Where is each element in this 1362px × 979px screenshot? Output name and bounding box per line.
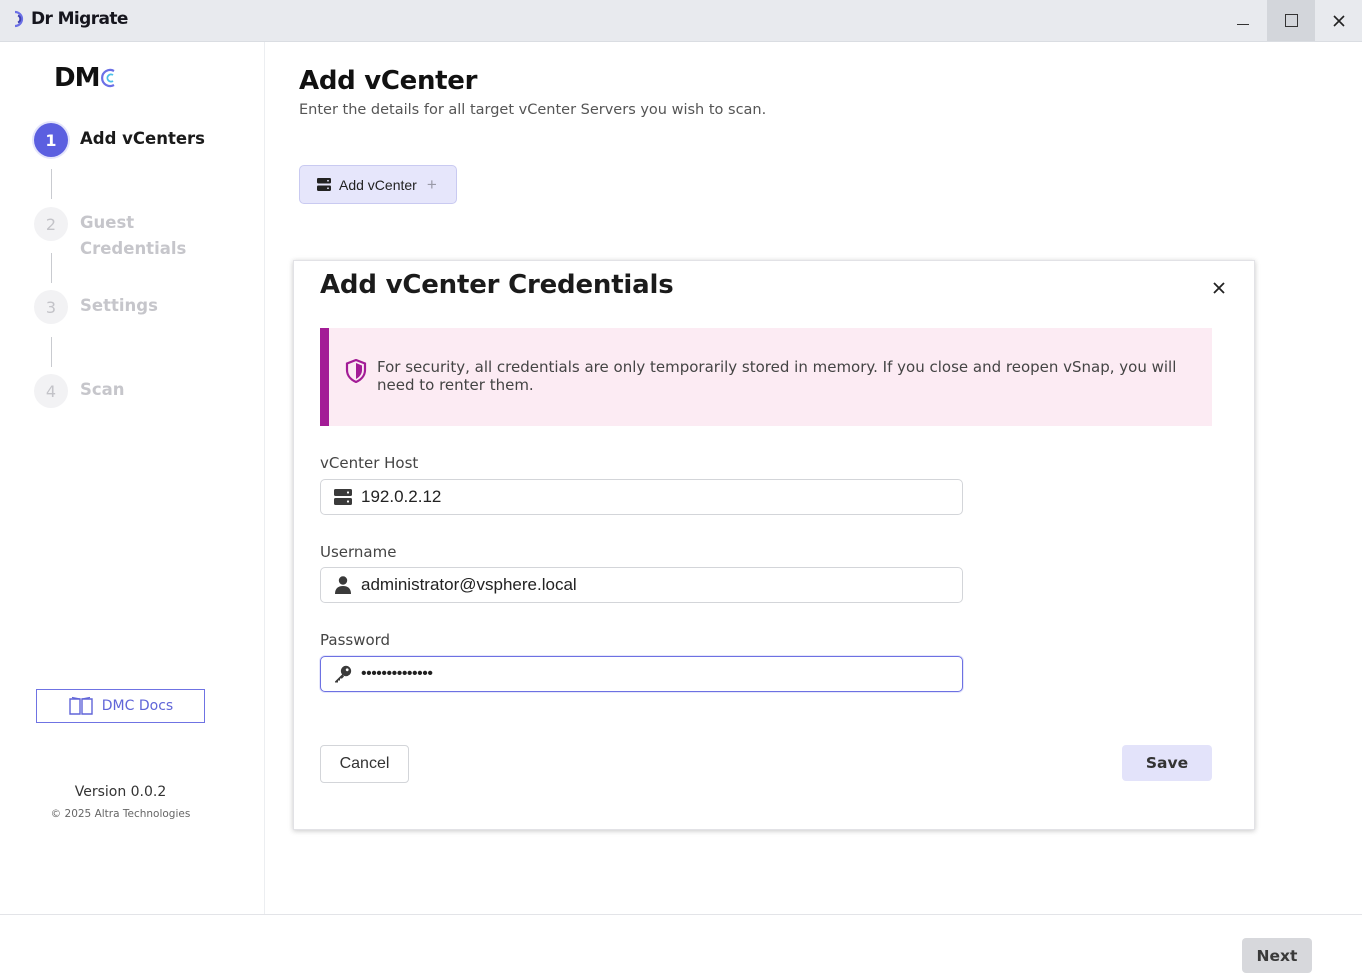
add-vcenter-credentials-dialog: Add vCenter Credentials For security, al… bbox=[293, 260, 1255, 830]
logo-text: DM bbox=[54, 63, 100, 93]
vcenter-host-field[interactable]: 192.0.2.12 bbox=[320, 479, 963, 515]
security-notice: For security, all credentials are only t… bbox=[320, 328, 1212, 426]
book-icon bbox=[69, 696, 93, 715]
dmc-docs-button[interactable]: DMC Docs bbox=[36, 689, 205, 723]
server-icon bbox=[333, 487, 353, 507]
step-settings: 3 Settings bbox=[34, 290, 158, 324]
username-label: Username bbox=[320, 543, 397, 561]
step-add-vcenters[interactable]: 1 Add vCenters bbox=[34, 123, 205, 157]
save-button[interactable]: Save bbox=[1122, 745, 1212, 781]
dmc-logo: DM bbox=[54, 63, 118, 93]
shield-icon bbox=[345, 359, 367, 383]
step-number: 4 bbox=[34, 374, 68, 408]
username-field[interactable]: administrator@vsphere.local bbox=[320, 567, 963, 603]
host-value: 192.0.2.12 bbox=[361, 487, 442, 506]
cancel-button[interactable]: Cancel bbox=[320, 745, 409, 783]
minimize-icon bbox=[1237, 23, 1249, 26]
minimize-button[interactable] bbox=[1219, 0, 1267, 41]
add-vcenter-button[interactable]: Add vCenter + bbox=[299, 165, 457, 204]
notice-text: For security, all credentials are only t… bbox=[377, 358, 1177, 394]
dmc-logo-mark-icon bbox=[101, 68, 115, 88]
step-connector bbox=[51, 253, 52, 283]
step-scan: 4 Scan bbox=[34, 374, 125, 408]
window-close-button[interactable] bbox=[1315, 0, 1362, 41]
close-icon bbox=[1213, 282, 1225, 294]
title-bar: Dr Migrate bbox=[0, 0, 1362, 42]
dialog-title: Add vCenter Credentials bbox=[320, 270, 674, 300]
page-subtitle: Enter the details for all target vCenter… bbox=[299, 102, 767, 118]
step-label: Scan bbox=[80, 380, 125, 399]
server-icon bbox=[317, 178, 331, 191]
app-title: Dr Migrate bbox=[31, 9, 128, 29]
step-label: Add vCenters bbox=[80, 129, 205, 148]
app-brand: Dr Migrate bbox=[12, 9, 128, 29]
dr-migrate-logo-icon bbox=[14, 10, 24, 28]
add-vcenter-label: Add vCenter bbox=[339, 176, 417, 193]
password-value: •••••••••••••• bbox=[361, 665, 433, 682]
plus-icon: + bbox=[426, 174, 437, 194]
docs-label: DMC Docs bbox=[101, 698, 174, 714]
step-number: 2 bbox=[34, 207, 68, 241]
version-text: Version 0.0.2 bbox=[74, 784, 167, 800]
sidebar: DM 1 Add vCenters 2 Guest Credentials 3 … bbox=[0, 42, 265, 914]
next-button[interactable]: Next bbox=[1242, 938, 1312, 973]
step-number: 1 bbox=[34, 123, 68, 157]
dialog-close-button[interactable] bbox=[1208, 277, 1230, 299]
copyright-text: © 2025 Altra Technologies bbox=[50, 808, 191, 820]
step-guest-credentials: 2 Guest Credentials bbox=[34, 207, 200, 262]
password-field[interactable]: •••••••••••••• bbox=[320, 656, 963, 692]
page-title: Add vCenter bbox=[299, 66, 478, 96]
key-icon bbox=[333, 664, 353, 684]
step-connector bbox=[51, 337, 52, 367]
step-label: Guest Credentials bbox=[80, 213, 187, 258]
maximize-button[interactable] bbox=[1267, 0, 1315, 41]
username-value: administrator@vsphere.local bbox=[361, 575, 577, 594]
step-number: 3 bbox=[34, 290, 68, 324]
step-label: Settings bbox=[80, 296, 158, 315]
host-label: vCenter Host bbox=[320, 454, 419, 472]
password-label: Password bbox=[320, 631, 391, 649]
user-icon bbox=[333, 575, 353, 595]
footer-bar: Next bbox=[0, 914, 1362, 979]
maximize-icon bbox=[1284, 14, 1298, 27]
step-connector bbox=[51, 169, 52, 199]
close-icon bbox=[1333, 14, 1345, 27]
